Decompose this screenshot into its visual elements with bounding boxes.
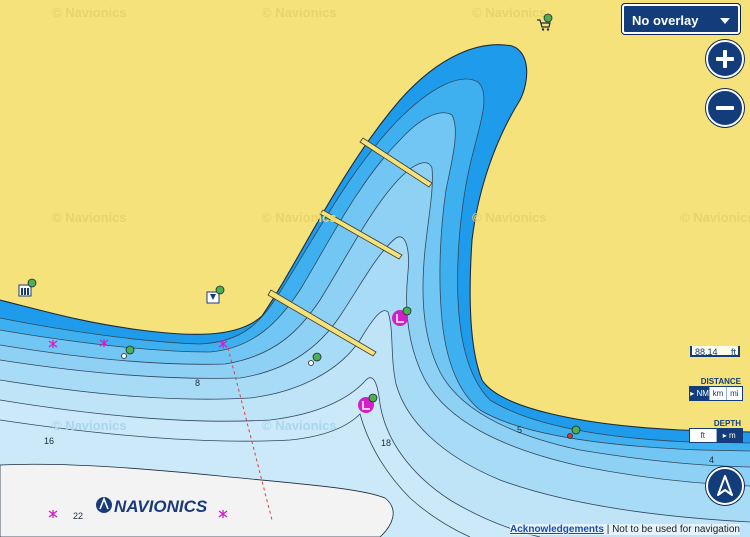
zoom-in-button[interactable] (706, 40, 744, 78)
distance-nm-label: NM (696, 389, 709, 398)
scale-bar: 88.14 ft (690, 346, 740, 358)
acknowledgements-link[interactable]: Acknowledgements (510, 524, 604, 535)
watermark-4: © Navionics (52, 210, 127, 225)
distance-mi-option[interactable]: mi (727, 387, 742, 400)
watermark-6: © Navionics (472, 210, 547, 225)
footer: Acknowledgements | Not to be used for na… (510, 524, 740, 535)
navigation-notice: | Not to be used for navigation (606, 524, 740, 535)
navigation-icon (717, 475, 733, 496)
sounding-label: 18 (381, 438, 391, 448)
sounding-label: 16 (44, 436, 54, 446)
watermark-7: © Navionics (680, 210, 750, 225)
watermark-8: © Navionics (52, 418, 127, 433)
distance-nm-option[interactable]: ▸ NM (690, 387, 711, 400)
chevron-down-icon (720, 18, 730, 24)
plus-icon-vertical (723, 50, 727, 68)
watermark-1: © Navionics (52, 5, 127, 20)
watermark-2: © Navionics (262, 5, 337, 20)
depth-ft-option[interactable]: ft (690, 429, 717, 442)
watermark-5: © Navionics (262, 210, 337, 225)
minus-icon (716, 106, 734, 110)
depth-m-option[interactable]: ▸ m (716, 429, 742, 442)
distance-title: DISTANCE (700, 377, 741, 386)
watermark-9: © Navionics (262, 418, 337, 433)
distance-km-option[interactable]: km (710, 387, 727, 400)
logo-text: NAVIONICS (114, 497, 208, 516)
scale-value: 88.14 (695, 347, 718, 357)
distance-unit-toggle[interactable]: ▸ NM km mi (689, 386, 743, 401)
overlay-label: No overlay (632, 13, 699, 28)
depth-unit-toggle[interactable]: ft ▸ m (689, 428, 743, 443)
sounding-label: 8 (195, 378, 200, 388)
scale-unit: ft (730, 347, 736, 357)
zoom-out-button[interactable] (706, 89, 744, 127)
nautical-chart-map[interactable]: © Navionics © Navionics © Navionics © Na… (0, 0, 750, 537)
watermark-3: © Navionics (472, 5, 547, 20)
sounding-label: 22 (73, 511, 83, 521)
sounding-label: 5 (517, 425, 522, 435)
sounding-label: 4 (709, 455, 714, 465)
overlay-select[interactable]: No overlay (622, 4, 740, 34)
depth-m-label: m (729, 431, 736, 440)
locate-button[interactable] (706, 467, 744, 505)
depth-title: DEPTH (713, 419, 741, 428)
